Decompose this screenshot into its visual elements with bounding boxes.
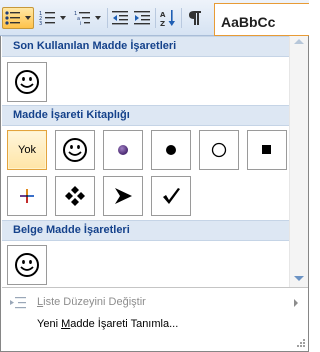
quick-style-preview[interactable]: AaBbCc (214, 3, 309, 36)
recent-bullet-tile[interactable] (7, 62, 47, 102)
hollow-circle-icon (210, 141, 228, 159)
scroll-up-arrow[interactable] (294, 39, 304, 44)
color-cross-icon (19, 188, 35, 204)
filled-square-icon (261, 144, 273, 156)
multilevel-list-button[interactable]: 1 a i (72, 7, 104, 29)
paragraph-ribbon-toolbar: 1 2 3 1 a i A Z AaBbCc (0, 0, 309, 36)
decrease-indent-button[interactable] (110, 7, 130, 29)
decrease-indent-icon (112, 10, 128, 26)
sort-button[interactable]: A Z (158, 7, 178, 29)
show-formatting-button[interactable] (184, 7, 206, 29)
document-bullets-header: Belge Madde İşaretleri (2, 220, 289, 241)
numbered-list-icon: 1 2 3 (39, 10, 67, 26)
bullet-tile-hollow-circle[interactable] (199, 130, 239, 170)
bullet-tile-filled-square[interactable] (247, 130, 287, 170)
document-bullet-tile[interactable] (7, 245, 47, 285)
bullets-list-icon (4, 10, 32, 26)
list-level-icon (9, 296, 27, 313)
numbering-button[interactable]: 1 2 3 (37, 7, 69, 29)
bullet-tile-color-cross[interactable] (7, 176, 47, 216)
bullet-tile-purple-dot[interactable] (103, 130, 143, 170)
define-new-bullet-label: Yeni Madde İşareti Tanımla... (37, 318, 179, 330)
recent-bullets-header: Son Kullanılan Madde İşaretleri (2, 36, 289, 57)
toolbar-separator (155, 8, 156, 28)
bullet-tile-none[interactable]: Yok (7, 130, 47, 170)
menu-divider (2, 287, 308, 288)
pilcrow-icon (188, 10, 202, 26)
svg-text:A: A (160, 11, 166, 19)
svg-text:3: 3 (39, 21, 42, 26)
define-new-bullet-item[interactable]: Yeni Madde İşareti Tanımla... (2, 314, 308, 336)
toolbar-separator (107, 8, 108, 28)
sort-az-icon: A Z (160, 9, 176, 27)
arrowhead-icon (113, 186, 133, 206)
bullet-tile-smiley[interactable] (55, 130, 95, 170)
scroll-down-arrow[interactable] (294, 276, 304, 281)
svg-text:Z: Z (160, 20, 165, 27)
purple-dot-icon (116, 143, 130, 157)
toolbar-separator (181, 8, 182, 28)
multilevel-list-icon: 1 a i (74, 10, 102, 26)
bullet-tile-filled-circle[interactable] (151, 130, 191, 170)
bullet-library-header: Madde İşareti Kitaplığı (2, 105, 289, 126)
change-list-level-label: Liste Düzeyini Değiştir (37, 296, 146, 308)
gallery-scrollbar[interactable] (289, 36, 308, 287)
smiley-icon (62, 137, 88, 163)
checkmark-icon (161, 186, 181, 206)
bullets-button[interactable] (2, 7, 34, 29)
filled-circle-icon (164, 143, 178, 157)
increase-indent-icon (134, 10, 150, 26)
svg-text:i: i (80, 21, 81, 26)
increase-indent-button[interactable] (132, 7, 152, 29)
bullet-tile-checkmark[interactable] (151, 176, 191, 216)
smiley-icon (14, 252, 40, 278)
bullet-tile-arrowhead[interactable] (103, 176, 143, 216)
resize-grip-icon[interactable] (297, 339, 306, 351)
change-list-level-item[interactable]: Liste Düzeyini Değiştir (2, 292, 308, 314)
bullet-library-dropdown: Son Kullanılan Madde İşaretleri Madde İş… (0, 36, 309, 352)
none-label: Yok (18, 144, 36, 156)
submenu-arrow-icon (294, 299, 298, 307)
bullet-tile-diamond-cluster[interactable] (55, 176, 95, 216)
smiley-icon (14, 69, 40, 95)
diamond-cluster-icon (64, 185, 86, 207)
